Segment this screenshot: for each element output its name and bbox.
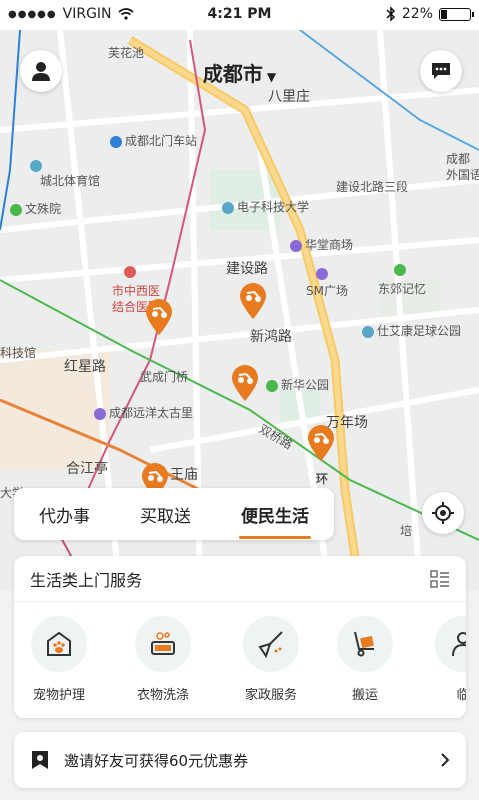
chat-icon	[432, 63, 450, 79]
courier-pin-icon[interactable]	[230, 364, 260, 402]
service-housekeeping[interactable]: 家政服务	[226, 616, 316, 703]
invite-text: 邀请好友可获得60元优惠券	[64, 751, 249, 770]
courier-pin-icon[interactable]	[238, 282, 268, 320]
map-label: 武成门桥	[140, 370, 189, 384]
station-icon	[110, 135, 122, 148]
service-label: 家政服务	[244, 688, 297, 703]
services-row: 宠物护理 衣物洗涤 家政服务 搬运 临	[14, 616, 466, 706]
map-label: 培	[400, 524, 413, 538]
list-grid-icon[interactable]	[430, 569, 450, 588]
map-label-text: 仕艾康足球公园	[377, 324, 462, 338]
tab-life-services[interactable]: 便民生活	[239, 496, 311, 539]
map-label: 科技馆	[0, 346, 37, 360]
map-label	[394, 262, 409, 276]
map-label	[30, 158, 45, 172]
courier-pin-icon[interactable]	[144, 298, 174, 336]
park-icon	[266, 379, 278, 392]
map-label: 合江亭	[66, 461, 108, 477]
service-label: 临	[456, 688, 466, 703]
map-label: 文殊院	[10, 200, 61, 217]
service-moving[interactable]: 搬运	[320, 616, 410, 703]
map-label-text: 华堂商场	[305, 238, 354, 252]
mall-icon	[290, 239, 302, 252]
map-label: 成都北门车站	[110, 132, 197, 149]
map-label: 建设北路三段	[336, 180, 409, 194]
map-label-text: 成都北门车站	[125, 134, 198, 148]
category-tabs: 代办事 买取送 便民生活	[14, 488, 334, 540]
person-icon	[435, 616, 466, 672]
locate-icon	[432, 502, 454, 524]
map-label: 东郊记忆	[378, 282, 427, 296]
map-label: 成都	[446, 152, 471, 166]
service-temporary[interactable]: 临	[418, 616, 466, 703]
map-label: 电子科技大学	[222, 198, 309, 215]
bluetooth-icon	[386, 6, 395, 22]
battery-percent: 22%	[401, 6, 433, 22]
sport-icon	[362, 325, 374, 338]
school-icon	[222, 201, 234, 214]
status-bar: ●●●●● VIRGIN 4:21 PM 22%	[0, 0, 479, 30]
services-card: 生活类上门服务 宠物护理 衣物洗涤 家政服务 搬运 临	[14, 556, 466, 718]
locate-button[interactable]	[422, 492, 464, 534]
mall-icon	[316, 267, 328, 280]
map-label-text: 电子科技大学	[237, 200, 310, 214]
map-label: 红星路	[64, 359, 106, 375]
park-icon	[394, 263, 406, 276]
service-label: 搬运	[351, 688, 378, 703]
stadium-icon	[30, 159, 42, 172]
laundry-icon	[135, 616, 191, 672]
tab-errands[interactable]: 代办事	[37, 496, 92, 533]
status-right: 22%	[386, 6, 474, 22]
map-label: 外国语	[446, 168, 479, 182]
map-label: 八里庄	[268, 89, 310, 105]
caret-down-icon: ▼	[266, 70, 277, 84]
map-label: 环	[316, 472, 329, 486]
service-label: 宠物护理	[32, 688, 85, 703]
tab-buy-deliver[interactable]: 买取送	[138, 496, 193, 533]
service-pet-care[interactable]: 宠物护理	[14, 616, 104, 703]
invite-banner[interactable]: 邀请好友可获得60元优惠券	[14, 732, 466, 788]
map-label-text: 文殊院	[25, 202, 62, 216]
chevron-right-icon	[441, 753, 450, 767]
hospital-icon	[124, 265, 136, 278]
battery-fill	[441, 9, 447, 19]
map-label: 仕艾康足球公园	[362, 322, 461, 339]
map-label: SM广场	[306, 284, 348, 298]
map-label	[316, 266, 331, 280]
services-header: 生活类上门服务	[14, 556, 466, 602]
map-label	[124, 264, 139, 278]
battery-icon	[439, 7, 474, 21]
map-label-text: 新华公园	[281, 378, 330, 392]
city-name: 成都市	[202, 62, 263, 86]
moving-cart-icon	[337, 616, 393, 672]
courier-pin-icon[interactable]	[306, 424, 336, 462]
mall-icon	[94, 407, 106, 420]
map-label: 建设路	[226, 261, 268, 277]
map-label: 王庙	[170, 467, 198, 483]
map-label: 城北体育馆	[40, 174, 101, 188]
map-label-text: 成都远洋太古里	[109, 406, 194, 420]
service-label: 衣物洗涤	[136, 688, 189, 703]
city-selector[interactable]: 成都市 ▼	[0, 58, 479, 87]
map-label: 新华公园	[266, 376, 329, 393]
map-label: 华堂商场	[290, 236, 353, 253]
services-title: 生活类上门服务	[30, 570, 143, 590]
map-label: 市中西医	[112, 284, 161, 298]
map-label: 新鸿路	[250, 329, 292, 345]
map-label: 成都远洋太古里	[94, 404, 193, 421]
pet-care-icon	[31, 616, 87, 672]
broom-icon	[243, 616, 299, 672]
coupon-icon	[32, 751, 48, 769]
temple-icon	[10, 203, 22, 216]
service-laundry[interactable]: 衣物洗涤	[118, 616, 208, 703]
message-button[interactable]	[420, 50, 462, 92]
